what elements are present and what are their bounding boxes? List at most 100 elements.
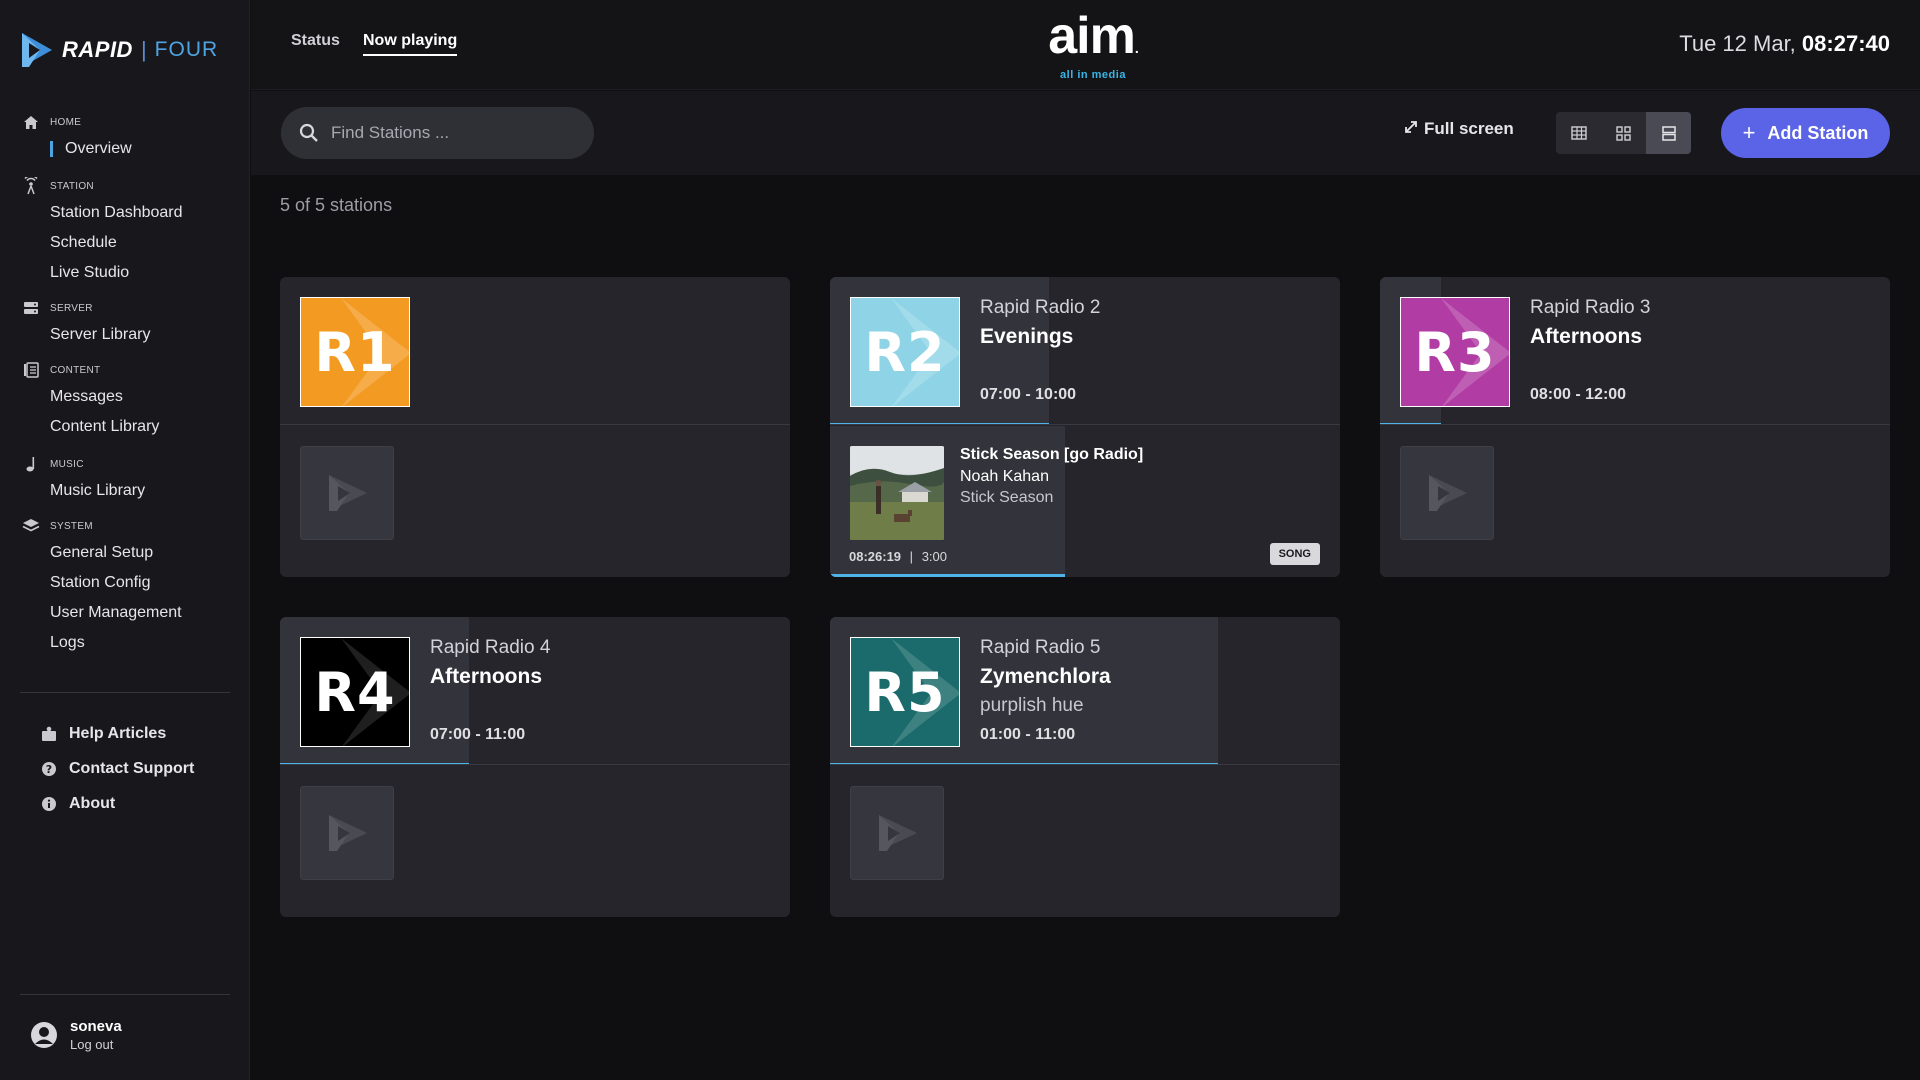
show-time: 07:00 - 11:00 <box>430 726 526 743</box>
help-articles-link[interactable]: Help Articles <box>0 716 250 751</box>
about-label: About <box>69 794 116 812</box>
toolbar: Full screen + Add Station <box>251 91 1920 175</box>
search-box[interactable] <box>281 107 594 159</box>
station-logo: R3 <box>1400 297 1510 407</box>
rapid-play-logo-icon <box>879 815 917 851</box>
server-icon <box>22 299 40 317</box>
sidebar-item-station-config[interactable]: Station Config <box>0 568 250 598</box>
sidebar-item-logs[interactable]: Logs <box>0 628 250 658</box>
station-name: Rapid Radio 4 <box>430 637 551 658</box>
sidebar-item-overview[interactable]: Overview <box>0 134 250 164</box>
show-time: 01:00 - 11:00 <box>980 726 1076 743</box>
sidebar-item-user-management[interactable]: User Management <box>0 598 250 628</box>
help-articles-icon <box>40 725 58 743</box>
fullscreen-button[interactable]: Full screen <box>1404 119 1514 139</box>
tile-view-button[interactable] <box>1601 112 1646 154</box>
rapid-play-logo-icon <box>1429 475 1467 511</box>
sidebar-item-music-library[interactable]: Music Library <box>0 476 250 506</box>
no-track-placeholder <box>300 446 394 540</box>
show-time: 08:00 - 12:00 <box>1530 386 1627 403</box>
station-logo: R2 <box>850 297 960 407</box>
rapid-four-logo[interactable]: RAPID | FOUR <box>20 30 218 70</box>
rapid-play-logo-icon <box>329 475 367 511</box>
station-logo-text: R1 <box>314 320 396 384</box>
search-input[interactable] <box>331 123 571 143</box>
show-name: Evenings <box>980 325 1074 348</box>
station-logo: R4 <box>300 637 410 747</box>
nav-section-system: SYSTEM <box>0 514 250 538</box>
logout-link[interactable]: Log out <box>70 1037 122 1052</box>
avatar-icon[interactable] <box>30 1021 58 1049</box>
tile-grid-icon <box>1616 125 1631 141</box>
contact-support-link[interactable]: ? Contact Support <box>0 751 250 786</box>
sidebar-item-content-library[interactable]: Content Library <box>0 412 250 442</box>
tab-status[interactable]: Status <box>291 32 340 54</box>
track-progress-line <box>830 574 1065 577</box>
add-station-button[interactable]: + Add Station <box>1721 108 1890 158</box>
track-timing-divider: | <box>909 549 914 564</box>
station-logo-text: R4 <box>314 660 396 724</box>
item-type-badge: SONG <box>1269 543 1320 565</box>
home-icon <box>22 113 40 131</box>
show-name: Afternoons <box>1530 325 1642 348</box>
track-duration: 3:00 <box>921 549 947 564</box>
list-view-button[interactable] <box>1646 112 1691 154</box>
plus-icon: + <box>1742 120 1756 145</box>
station-card[interactable]: R3 Rapid Radio 3 Afternoons 08:00 - 12:0… <box>1380 277 1890 577</box>
svg-text:?: ? <box>46 763 52 776</box>
show-name: Zymenchlora <box>980 665 1111 688</box>
station-logo-text: R5 <box>864 660 946 724</box>
card-divider <box>280 424 790 425</box>
user-panel: soneva Log out <box>30 1018 122 1052</box>
table-view-button[interactable] <box>1556 112 1601 154</box>
nav-section-music: MUSIC <box>0 452 250 476</box>
sidebar-item-server-library[interactable]: Server Library <box>0 320 250 350</box>
support-icon: ? <box>40 760 58 778</box>
card-divider <box>830 764 1340 765</box>
nav-section-station: STATION <box>0 174 250 198</box>
tab-now-playing[interactable]: Now playing <box>363 32 458 56</box>
sidebar-item-general-setup[interactable]: General Setup <box>0 538 250 568</box>
station-card[interactable]: R5 Rapid Radio 5 Zymenchlora purplish hu… <box>830 617 1340 917</box>
sidebar-item-schedule[interactable]: Schedule <box>0 228 250 258</box>
sidebar-item-messages[interactable]: Messages <box>0 382 250 412</box>
broadcast-tower-icon <box>22 177 40 195</box>
layers-icon <box>22 517 40 535</box>
no-track-placeholder <box>1400 446 1494 540</box>
table-grid-icon <box>1570 126 1587 140</box>
card-divider <box>1380 424 1890 425</box>
about-link[interactable]: About <box>0 786 250 821</box>
station-name: Rapid Radio 5 <box>980 637 1101 658</box>
show-description: purplish hue <box>980 695 1084 716</box>
no-track-placeholder <box>850 786 944 880</box>
station-card[interactable]: R1 <box>280 277 790 577</box>
nav-section-label: STATION <box>50 180 94 192</box>
track-start-time: 08:26:19 <box>849 549 902 564</box>
show-time: 07:00 - 10:00 <box>980 386 1077 403</box>
nav-section-server: SERVER <box>0 296 250 320</box>
now-playing-area <box>1380 426 1890 577</box>
list-rows-icon <box>1661 125 1676 141</box>
station-logo: R1 <box>300 297 410 407</box>
brand-edition: FOUR <box>154 38 219 61</box>
sidebar: RAPID | FOUR HOME Overview STATION Stati… <box>0 0 250 1080</box>
station-card[interactable]: R4 Rapid Radio 4 Afternoons 07:00 - 11:0… <box>280 617 790 917</box>
card-divider <box>830 424 1340 425</box>
track-title: Stick Season [go Radio] <box>960 446 1144 463</box>
sidebar-divider <box>20 692 230 693</box>
add-station-label: Add Station <box>1767 122 1869 143</box>
station-card[interactable]: R2 Rapid Radio 2 Evenings 07:00 - 10:00 <box>830 277 1340 577</box>
card-divider <box>280 764 790 765</box>
station-logo-text: R2 <box>864 320 946 384</box>
user-name: soneva <box>70 1018 122 1035</box>
nav-section-label: SYSTEM <box>50 520 93 532</box>
main-nav: HOME Overview STATION Station Dashboard … <box>0 104 250 658</box>
sidebar-item-live-studio[interactable]: Live Studio <box>0 258 250 288</box>
nav-section-label: MUSIC <box>50 458 84 470</box>
fullscreen-label: Full screen <box>1424 119 1514 138</box>
nav-section-home: HOME <box>0 110 250 134</box>
sidebar-item-station-dashboard[interactable]: Station Dashboard <box>0 198 250 228</box>
top-bar: Status Now playing aim. all in media Tue… <box>251 0 1920 90</box>
nav-section-label: SERVER <box>50 302 93 314</box>
view-switcher <box>1556 112 1691 154</box>
